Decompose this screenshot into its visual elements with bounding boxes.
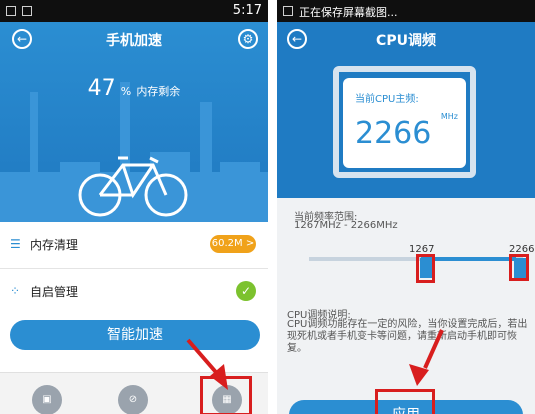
highlight-box <box>509 254 529 281</box>
autostart-row[interactable]: ⁘ 自启管理 ✓ <box>0 269 268 315</box>
memory-percent: 47 <box>87 76 116 101</box>
highlight-box <box>375 389 435 414</box>
notification-icon <box>6 6 16 16</box>
description-text: CPU调频功能存在一定的风险，当你设置完成后，若出现死机或者手机变卡等问题，请重… <box>287 319 528 354</box>
memory-clean-label: 内存清理 <box>30 238 79 252</box>
highlight-box <box>200 376 252 414</box>
right-phone: 正在保存屏幕截图... ← CPU调频 当前CPU主频: 2266 MHz 当前… <box>277 0 535 414</box>
gear-icon: ⚙ <box>242 32 254 46</box>
notification-icon <box>22 6 32 16</box>
toolbox-icon[interactable]: ▣ <box>32 385 62 414</box>
smart-boost-button[interactable]: 智能加速 <box>10 320 260 350</box>
status-message: 正在保存屏幕截图... <box>299 6 398 19</box>
frequency-unit: MHz <box>440 112 458 121</box>
page-title: 手机加速 <box>106 33 162 49</box>
status-bar: 正在保存屏幕截图... <box>277 0 535 22</box>
dots-icon: ⁘ <box>10 284 21 298</box>
slider-fill <box>421 257 516 261</box>
settings-button[interactable]: ⚙ <box>238 29 258 49</box>
bicycle-icon <box>78 156 188 217</box>
list-icon: ☰ <box>10 237 21 251</box>
left-phone: 5:17 ← 手机加速 ⚙ 47 % 内存剩余 ☰ 内存清理 60.2M > ⁘… <box>0 0 268 414</box>
current-frequency-card: 当前CPU主频: 2266 MHz <box>343 78 466 168</box>
frequency-value: 2266 <box>355 116 432 151</box>
screenshot-icon <box>283 6 293 16</box>
highlight-box <box>416 254 435 283</box>
separator <box>268 0 277 414</box>
autostart-label: 自启管理 <box>30 285 79 299</box>
memory-size-badge[interactable]: 60.2M > <box>210 235 256 253</box>
settings-area: 当前频率范围: 1267MHz - 2266MHz 1267 2266 CPU调… <box>277 198 535 414</box>
status-bar: 5:17 <box>0 0 268 22</box>
check-icon: ✓ <box>236 281 256 301</box>
app-icon[interactable]: ⊘ <box>118 385 148 414</box>
page-title: CPU调频 <box>376 33 436 49</box>
memory-readout: 47 % 内存剩余 <box>0 76 268 101</box>
memory-label: 内存剩余 <box>136 85 181 98</box>
memory-clean-row[interactable]: ☰ 内存清理 60.2M > <box>0 222 268 268</box>
memory-unit: % <box>120 85 132 98</box>
clock: 5:17 <box>232 3 262 18</box>
range-value: 1267MHz - 2266MHz <box>294 220 398 231</box>
frequency-caption: 当前CPU主频: <box>355 94 419 105</box>
